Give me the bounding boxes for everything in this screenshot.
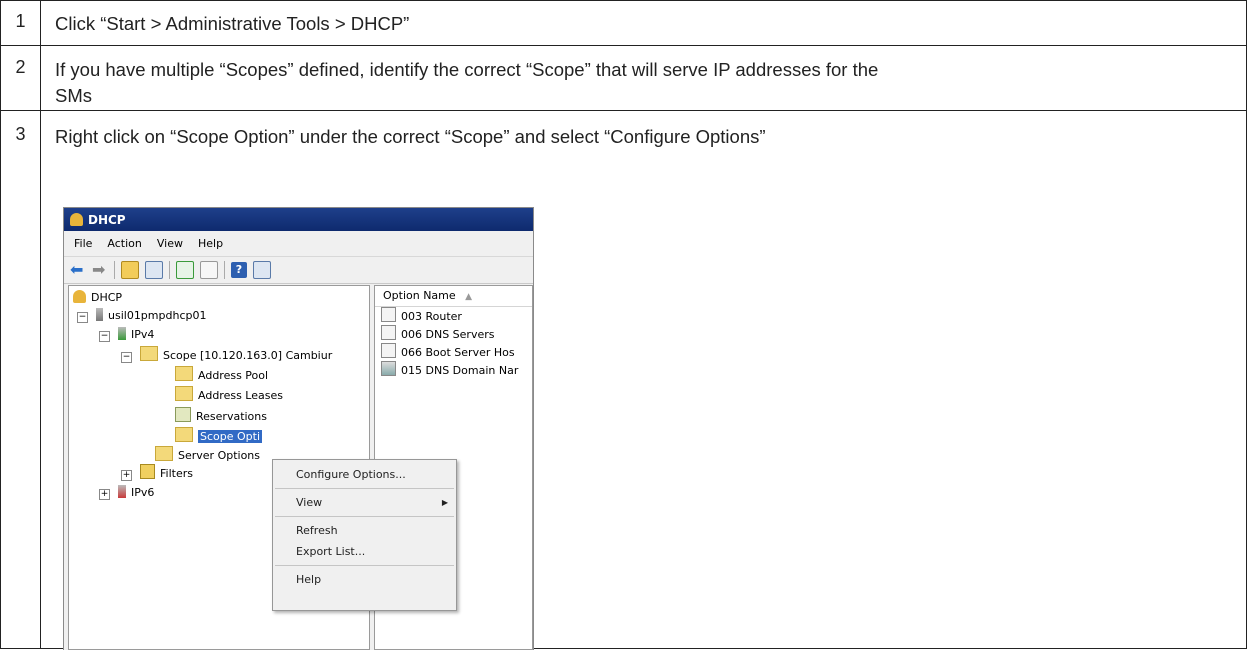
ipv4-icon (118, 327, 126, 340)
tree-node-dhcp[interactable]: DHCP (73, 289, 122, 307)
server-option-icon (381, 361, 396, 376)
tree-node-server-options[interactable]: Server Options (155, 446, 260, 464)
tree-label: IPv6 (131, 486, 155, 499)
option-icon (381, 307, 396, 322)
tree-label: Server Options (178, 449, 261, 462)
tree-label: IPv4 (131, 328, 155, 341)
option-icon (381, 343, 396, 358)
show-tree-icon[interactable] (145, 261, 163, 279)
menu-item-help[interactable]: Help (273, 569, 456, 590)
tree-node-scope[interactable]: − Scope [10.120.163.0] Cambiur (121, 346, 332, 364)
step-text-line: Right click on “Scope Option” under the … (55, 126, 766, 147)
forward-arrow-icon[interactable]: ➡ (92, 262, 108, 278)
step-text: Click “Start > Administrative Tools > DH… (40, 0, 1247, 46)
ipv6-icon (118, 485, 126, 498)
menu-separator (275, 488, 454, 489)
step-text-line: SMs (55, 85, 92, 106)
menu-item-view[interactable]: View ▶ (273, 492, 456, 513)
tree-label: DHCP (91, 291, 123, 304)
context-menu: Configure Options... View ▶ Refresh Expo… (272, 459, 457, 611)
reservations-icon (175, 407, 191, 422)
tree-node-filters[interactable]: + Filters (121, 464, 193, 482)
menu-action[interactable]: Action (107, 237, 141, 250)
help-icon[interactable]: ? (231, 262, 247, 278)
tree-node-ipv4[interactable]: − IPv4 (99, 326, 154, 344)
menu-separator (275, 565, 454, 566)
expand-icon[interactable]: + (99, 489, 110, 500)
option-icon (381, 325, 396, 340)
properties-icon[interactable] (253, 261, 271, 279)
tree-label: Reservations (196, 410, 267, 423)
tree-label-selected: Scope Opti (198, 430, 263, 443)
column-header-option-name[interactable]: Option Name ▲ (375, 286, 532, 307)
up-folder-icon[interactable] (121, 261, 139, 279)
menu-bar: File Action View Help (64, 231, 533, 257)
tree-label: Address Pool (198, 369, 269, 382)
dhcp-trophy-icon (70, 213, 83, 226)
menu-item-refresh[interactable]: Refresh (273, 520, 456, 541)
step-number: 2 (0, 45, 41, 111)
refresh-icon[interactable] (176, 261, 194, 279)
tree-label: usil01pmpdhcp01 (108, 309, 207, 322)
step-number: 3 (0, 110, 41, 649)
address-leases-icon (175, 386, 193, 401)
menu-separator (275, 516, 454, 517)
list-item[interactable]: 015 DNS Domain Nar (375, 361, 532, 379)
window-titlebar[interactable]: DHCP (64, 208, 533, 231)
tree-node-address-leases[interactable]: Address Leases (175, 386, 283, 404)
step-row: 2 If you have multiple “Scopes” defined,… (0, 45, 1247, 111)
menu-item-export-list[interactable]: Export List... (273, 541, 456, 562)
tree-node-address-pool[interactable]: Address Pool (175, 366, 268, 384)
folder-icon (140, 346, 158, 361)
toolbar-separator (114, 261, 115, 279)
window-title: DHCP (88, 212, 126, 227)
menu-item-label: View (296, 496, 323, 509)
toolbar-separator (169, 261, 170, 279)
scope-options-icon (175, 427, 193, 442)
step-text-line: If you have multiple “Scopes” defined, i… (55, 59, 879, 80)
menu-view[interactable]: View (157, 237, 183, 250)
tree-node-scope-options[interactable]: Scope Opti (175, 427, 263, 445)
list-item-label: 015 DNS Domain Nar (401, 364, 519, 377)
expand-icon[interactable]: + (121, 470, 132, 481)
server-icon (96, 308, 103, 321)
list-item-label: 006 DNS Servers (401, 328, 495, 341)
collapse-icon[interactable]: − (99, 331, 110, 342)
tree-label: Address Leases (198, 389, 283, 402)
list-item-label: 066 Boot Server Hos (401, 346, 515, 359)
step-number: 1 (0, 0, 41, 46)
tree-node-reservations[interactable]: Reservations (175, 407, 267, 425)
collapse-icon[interactable]: − (77, 312, 88, 323)
column-header-label: Option Name (383, 289, 456, 302)
menu-item-configure-options[interactable]: Configure Options... (273, 464, 456, 485)
tree-node-ipv6[interactable]: + IPv6 (99, 484, 154, 502)
sort-ascending-icon: ▲ (465, 292, 473, 302)
menu-help[interactable]: Help (198, 237, 223, 250)
tree-label: Filters (160, 467, 193, 480)
toolbar-separator (224, 261, 225, 279)
list-item[interactable]: 006 DNS Servers (375, 325, 532, 343)
step-text: If you have multiple “Scopes” defined, i… (40, 45, 1247, 111)
list-item[interactable]: 066 Boot Server Hos (375, 343, 532, 361)
export-list-icon[interactable] (200, 261, 218, 279)
back-arrow-icon[interactable]: ⬅ (70, 262, 86, 278)
tree-node-server[interactable]: − usil01pmpdhcp01 (77, 307, 206, 325)
menu-file[interactable]: File (74, 237, 92, 250)
toolbar: ⬅ ➡ ? (64, 257, 533, 284)
filter-icon (140, 464, 155, 479)
submenu-arrow-icon: ▶ (441, 498, 448, 507)
list-item[interactable]: 003 Router (375, 307, 532, 325)
dhcp-trophy-icon (73, 290, 86, 303)
collapse-icon[interactable]: − (121, 352, 132, 363)
step-row: 1 Click “Start > Administrative Tools > … (0, 0, 1247, 46)
address-pool-icon (175, 366, 193, 381)
tree-label: Scope [10.120.163.0] Cambiur (163, 349, 333, 362)
list-item-label: 003 Router (401, 310, 462, 323)
server-options-icon (155, 446, 173, 461)
